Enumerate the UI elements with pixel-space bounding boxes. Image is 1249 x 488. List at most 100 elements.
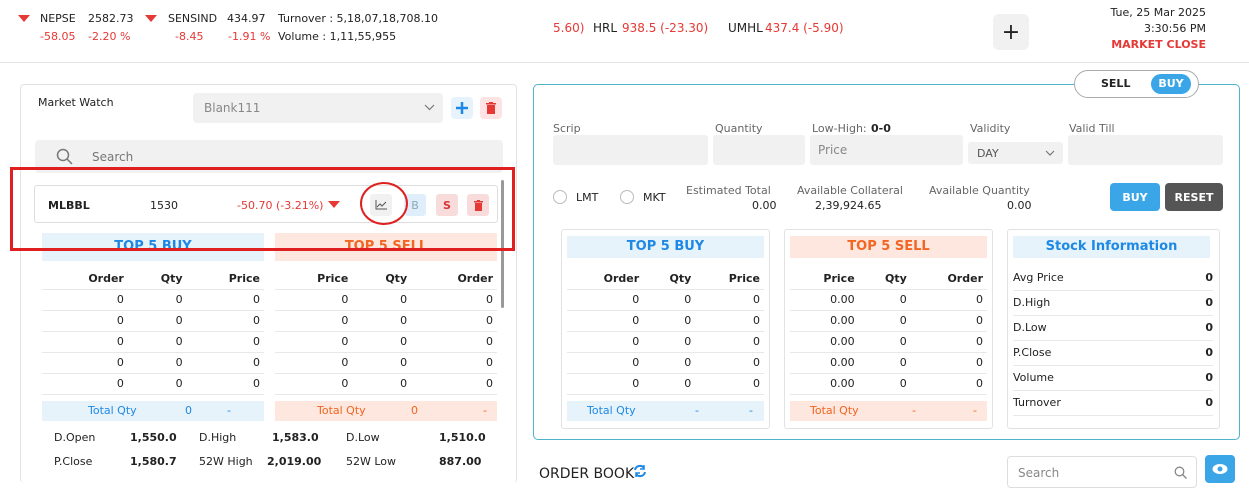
price-input[interactable]: Price [810,135,963,165]
total-dash: - [973,404,977,417]
table-cell: 0 [352,373,412,395]
buy-sell-toggle[interactable]: SELL BUY [1074,70,1199,98]
total-label: Total Qty [587,404,636,417]
validity-label: Validity [970,122,1011,135]
est-total-label: Estimated Total [686,184,771,197]
stat-label: 52W High [199,455,253,468]
table-cell: 0 [186,331,264,353]
table-cell: 0 [352,310,412,332]
table-cell: 0 [186,373,264,395]
table-cell: 0.00 [790,310,859,332]
table-cell: 0 [186,289,264,311]
total-dash: - [483,404,487,417]
info-label: Avg Price [1013,265,1187,291]
watchlist-select[interactable]: Blank111 [193,93,443,123]
table-row: 0.00 0 0 [790,352,987,374]
stat-value: 1,580.7 [130,455,177,468]
table-header: Order Qty Price [567,268,764,290]
down-arrow-icon [145,15,157,22]
scroll-umhl-value: 437.4 (-5.90) [765,21,844,35]
info-value: 0 [1186,390,1213,416]
table-cell: 0 [127,331,187,353]
table-cell: 0 [567,373,644,395]
chevron-down-icon [424,104,435,111]
column-header: Qty [127,268,187,290]
mkt-radio[interactable] [620,190,634,204]
table-cell: 0 [858,373,911,395]
table-cell: 0 [567,352,644,374]
buy-submit-button[interactable]: BUY [1110,183,1160,211]
scrip-input[interactable] [553,135,708,165]
reset-button[interactable]: RESET [1165,183,1223,211]
table-cell: 0 [695,289,764,311]
stat-value: 1,550.0 [130,431,177,444]
table-row: 000 [42,310,264,332]
stock-info-row: D.Low 0 [1013,315,1213,341]
table-cell: 0 [42,373,128,395]
stock-info-title: Stock Information [1013,236,1210,258]
toggle-buy[interactable]: BUY [1151,74,1191,94]
view-button[interactable] [1205,455,1235,483]
stock-info-row: Avg Price 0 [1013,265,1213,291]
search-icon [56,148,73,165]
table-cell: 0 [695,352,764,374]
table-cell: 0 [127,310,187,332]
lowhigh-label: Low-High: [812,122,867,135]
volume-text: Volume : 1,11,55,955 [278,30,397,43]
stock-info-row: P.Close 0 [1013,340,1213,366]
divider [0,62,1249,63]
order-book-search[interactable]: Search [1007,456,1197,488]
highlight-circle [360,182,408,225]
table-cell: 0 [275,289,353,311]
delete-watchlist-button[interactable] [480,97,502,119]
table-cell: 0 [42,310,128,332]
info-value: 0 [1186,340,1213,366]
table-cell: 0 [858,289,911,311]
lmt-radio[interactable] [553,190,567,204]
valid-till-input[interactable] [1068,135,1223,165]
table-cell: 0 [127,373,187,395]
sensind-pct: -1.91 % [228,30,271,43]
table-row: 000 [567,310,764,332]
info-label: Volume [1013,365,1187,391]
quantity-input[interactable] [713,135,805,165]
quantity-label: Quantity [715,122,763,135]
lowhigh-value: 0-0 [871,122,891,135]
add-watchlist-button[interactable] [451,97,473,119]
validity-value: DAY [977,147,999,160]
toggle-sell[interactable]: SELL [1101,77,1130,90]
order-book-search-placeholder: Search [1018,466,1060,480]
stat-label: D.High [199,431,237,444]
table-cell: 0 [411,331,497,353]
refresh-icon[interactable] [633,464,647,478]
table-cell: 0 [858,352,911,374]
scrip-label: Scrip [553,122,581,135]
total-value: - [695,404,699,417]
avail-collateral-value: 2,39,924.65 [815,199,882,212]
total-buy-row: Total Qty 0 - [42,401,264,421]
avail-qty-label: Available Quantity [929,184,1030,197]
validity-select[interactable]: DAY [968,142,1063,164]
table-cell: 0 [695,331,764,353]
top5-sell-table: Price Qty Order 0 0 0 0 0 0 0 0 0 0 0 0 0 0 0 [275,268,497,395]
add-button[interactable]: + [993,14,1029,50]
total-sell-row: Total Qty 0 - [275,401,497,421]
table-cell: 0 [695,310,764,332]
info-value: 0 [1186,265,1213,291]
total-value: 0 [411,404,418,417]
plus-icon [456,102,468,114]
table-row: 000 [42,373,264,395]
table-cell: 0 [567,289,644,311]
scroll-hrl-name: HRL [593,21,618,35]
mkt-label: MKT [643,191,666,204]
table-cell: 0 [127,289,187,311]
nepse-pct: -2.20 % [88,30,131,43]
price-placeholder: Price [818,143,848,157]
table-cell: 0 [643,352,696,374]
table-row: 000 [275,352,497,374]
total-label: Total Qty [317,404,366,417]
stat-value: 2,019.00 [267,455,322,468]
top5-sell-table: Price Qty Order 0.00 0 0 0.00 0 0 0.00 0 0 0.00 0 0 0.0… [790,268,987,395]
nepse-change: -58.05 [40,30,76,43]
table-cell: 0 [352,331,412,353]
